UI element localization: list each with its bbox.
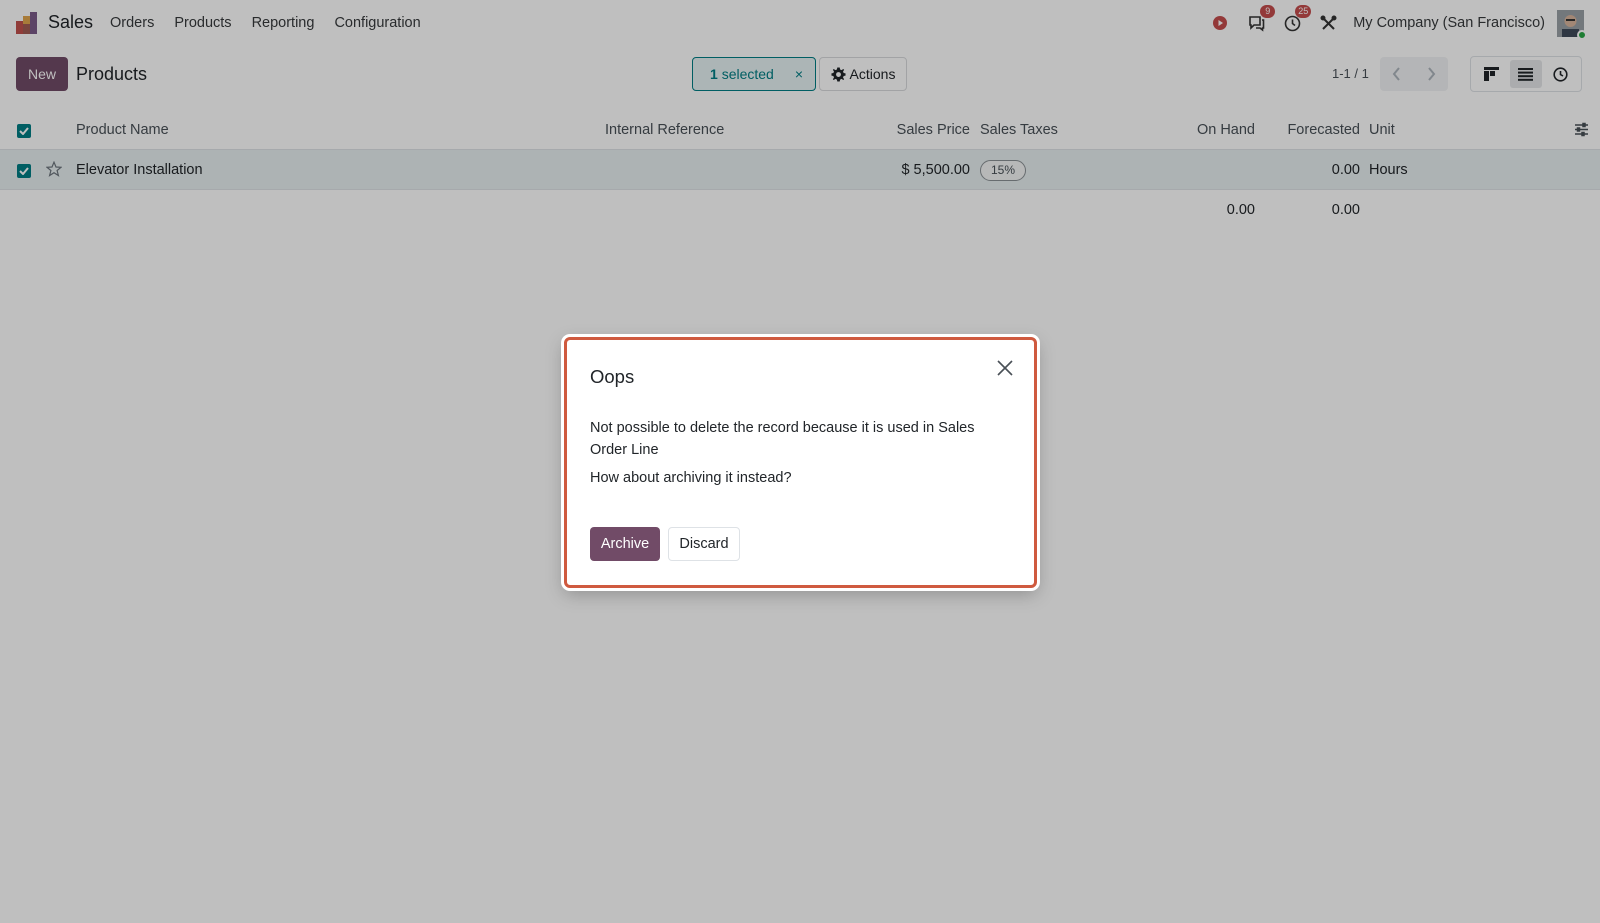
close-icon[interactable] [993,356,1017,380]
error-dialog: Oops Not possible to delete the record b… [564,337,1037,588]
dialog-message: Not possible to delete the record becaus… [590,420,975,458]
archive-button[interactable]: Archive [590,527,660,561]
dialog-question: How about archiving it instead? [590,470,792,486]
discard-button[interactable]: Discard [668,527,740,561]
dialog-title: Oops [590,366,635,387]
